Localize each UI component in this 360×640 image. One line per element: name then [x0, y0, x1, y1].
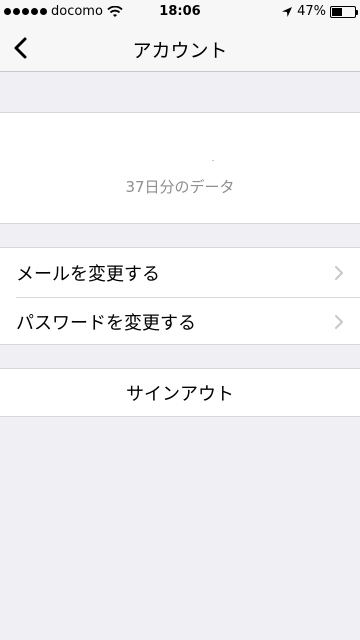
- change-password-row[interactable]: パスワードを変更する: [0, 297, 360, 346]
- change-password-label: パスワードを変更する: [16, 312, 196, 334]
- data-summary-section: 37日分のデータ: [0, 112, 360, 224]
- battery-percent: 47%: [297, 4, 326, 19]
- signout-button[interactable]: サインアウト: [0, 368, 360, 417]
- chevron-right-icon: [335, 266, 343, 280]
- signout-label: サインアウト: [126, 383, 234, 405]
- data-days-label: 37日分のデータ: [125, 178, 235, 196]
- chevron-right-icon: [335, 315, 343, 329]
- status-right: 47%: [281, 4, 358, 19]
- data-dot: [212, 160, 214, 161]
- location-arrow-icon: [282, 6, 293, 17]
- account-menu: メールを変更する パスワードを変更する: [0, 247, 360, 345]
- battery-fill: [332, 7, 343, 16]
- change-email-label: メールを変更する: [16, 263, 160, 285]
- nav-bar: アカウント: [0, 24, 360, 72]
- change-email-row[interactable]: メールを変更する: [0, 248, 360, 297]
- status-bar: docomo 18:06 47%: [0, 0, 360, 24]
- battery-icon: [330, 5, 358, 18]
- page-title: アカウント: [132, 40, 228, 62]
